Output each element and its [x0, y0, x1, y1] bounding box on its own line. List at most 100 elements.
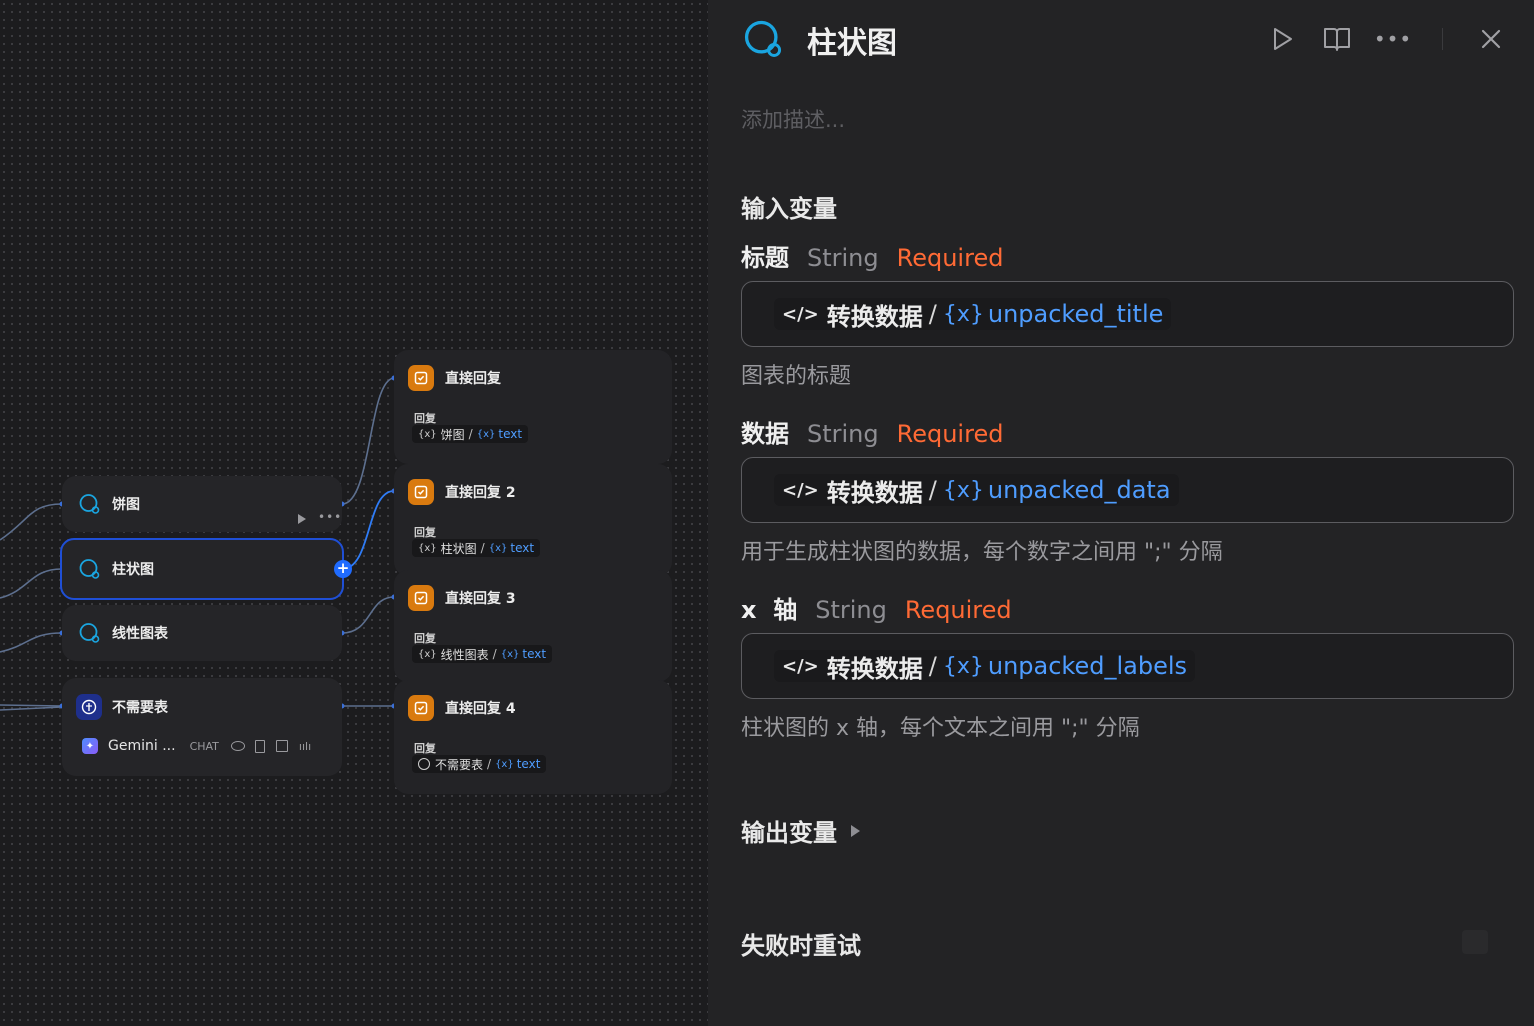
chip-separator: / — [487, 757, 492, 771]
reference-node: 转换数据 — [826, 478, 923, 507]
reply-field-label: 回复 — [414, 412, 436, 425]
retry-on-failure-heading: 失败时重试 — [741, 932, 861, 960]
run-icon[interactable] — [1267, 24, 1297, 54]
variable-description: 图表的标题 — [741, 364, 852, 389]
reply-node-title: 直接回复 3 — [445, 591, 516, 607]
run-icon[interactable] — [298, 514, 306, 524]
workflow-canvas[interactable]: 饼图 ••• 柱状图 + 线性图表 不需要表 ✦ Gemini ... CHAT… — [0, 0, 708, 1026]
reference-node: 转换数据 — [826, 654, 923, 683]
tool-search-icon — [79, 559, 100, 579]
variable-row: 数据 String Required — [741, 414, 1003, 449]
tool-node-line[interactable]: 线性图表 — [62, 605, 342, 661]
required-badge: Required — [896, 420, 1004, 448]
llm-node-title: 不需要表 — [112, 700, 168, 716]
close-icon[interactable] — [1476, 24, 1506, 54]
reply-variable-chip[interactable]: {x} 柱状图 / {x} text — [412, 539, 541, 557]
variable-reference-chip[interactable]: </> 转换数据 / {x} unpacked_title — [774, 298, 1172, 331]
chip-separator: / — [480, 541, 485, 555]
tool-node-label: 柱状图 — [112, 562, 154, 578]
reference-node: 转换数据 — [826, 302, 923, 331]
chip-source: 饼图 — [440, 427, 465, 442]
variable-value-input[interactable]: </> 转换数据 / {x} unpacked_title — [741, 281, 1514, 347]
node-settings-panel: 柱状图 ••• 添加描述... 输入变量 标题 String Required … — [708, 0, 1534, 1026]
variable-value-input[interactable]: </> 转换数据 / {x} unpacked_labels — [741, 633, 1514, 699]
llm-node[interactable]: 不需要表 ✦ Gemini ... CHAT ıılı — [62, 678, 342, 776]
reference-separator: / — [928, 652, 937, 680]
chip-source: 不需要表 — [435, 757, 484, 772]
chip-variable: text — [498, 427, 523, 441]
reply-icon — [408, 695, 434, 721]
chip-source: 柱状图 — [440, 541, 477, 556]
chip-source: 线性图表 — [440, 647, 489, 662]
reference-variable: unpacked_labels — [987, 652, 1188, 680]
tool-node-bar-selected[interactable]: 柱状图 + — [60, 538, 352, 600]
reference-variable: unpacked_data — [987, 476, 1171, 504]
chip-variable: text — [510, 541, 535, 555]
edge-in-llm-a — [0, 704, 63, 707]
eye-icon — [230, 741, 245, 751]
chip-variable: text — [522, 647, 547, 661]
panel-title[interactable]: 柱状图 — [807, 18, 897, 62]
variable-reference-chip[interactable]: </> 转换数据 / {x} unpacked_data — [774, 474, 1179, 507]
variable-type: String — [807, 420, 879, 448]
caret-right-icon — [851, 824, 860, 837]
more-icon[interactable]: ••• — [318, 510, 342, 524]
required-badge: Required — [896, 244, 1004, 272]
tool-node-pie[interactable]: 饼图 ••• — [62, 476, 342, 532]
reply-variable-chip[interactable]: {x} 饼图 / {x} text — [412, 425, 529, 443]
output-variables-heading: 输出变量 — [741, 819, 837, 847]
gemini-logo-icon: ✦ — [82, 738, 98, 754]
variable-name: 标题 — [741, 244, 789, 272]
reply-node-1[interactable]: 直接回复 回复 {x} 饼图 / {x} text — [394, 350, 672, 464]
variable-description: 柱状图的 x 轴，每个文本之间用 ";" 分隔 — [741, 716, 1140, 741]
edge-line-reply3 — [341, 596, 395, 634]
add-node-plus-icon[interactable]: + — [334, 560, 352, 578]
variable-row: x 轴 String Required — [741, 590, 1012, 625]
variable-description: 用于生成柱状图的数据，每个数字之间用 ";" 分隔 — [741, 540, 1223, 565]
question-classifier-icon — [418, 758, 430, 770]
docs-book-icon[interactable] — [1322, 24, 1352, 54]
reply-node-3[interactable]: 直接回复 3 回复 {x} 线性图表 / {x} text — [394, 570, 672, 682]
reply-node-2[interactable]: 直接回复 2 回复 {x} 柱状图 / {x} text — [394, 464, 672, 576]
reference-separator: / — [928, 476, 937, 504]
tool-search-icon — [79, 494, 100, 514]
more-icon[interactable]: ••• — [1374, 24, 1411, 54]
reply-field-label: 回复 — [414, 632, 436, 645]
edge-bar-reply2 — [341, 490, 395, 570]
edge-in-bar — [0, 568, 63, 599]
reply-node-4[interactable]: 直接回复 4 回复 不需要表 / {x} text — [394, 680, 672, 794]
description-input[interactable]: 添加描述... — [741, 104, 845, 134]
reply-icon — [408, 585, 434, 611]
tool-search-icon — [744, 20, 782, 57]
question-classifier-icon — [76, 694, 102, 720]
retry-toggle[interactable] — [1462, 930, 1488, 954]
reference-variable: unpacked_title — [987, 300, 1164, 328]
reference-separator: / — [928, 300, 937, 328]
model-name: Gemini ... — [108, 738, 176, 754]
reply-field-label: 回复 — [414, 742, 436, 755]
edge-in-pie — [0, 503, 63, 541]
variable-icon: {x} — [942, 477, 984, 503]
chip-separator: / — [492, 647, 497, 661]
reply-field-label: 回复 — [414, 526, 436, 539]
reply-icon — [408, 365, 434, 391]
audio-icon: ıılı — [298, 739, 312, 753]
document-icon — [254, 739, 265, 753]
tool-node-label: 饼图 — [112, 497, 140, 513]
output-variables-toggle[interactable]: 输出变量 — [741, 813, 860, 848]
code-icon: </> — [782, 303, 819, 325]
input-variables-heading: 输入变量 — [741, 195, 837, 223]
variable-value-input[interactable]: </> 转换数据 / {x} unpacked_data — [741, 457, 1514, 523]
chip-variable: text — [516, 757, 541, 771]
edge-in-llm-b — [0, 706, 63, 711]
image-icon — [275, 740, 288, 752]
variable-reference-chip[interactable]: </> 转换数据 / {x} unpacked_labels — [774, 650, 1196, 683]
variable-icon: {x} — [942, 301, 984, 327]
reply-variable-chip[interactable]: 不需要表 / {x} text — [412, 755, 547, 773]
reply-node-title: 直接回复 2 — [445, 485, 516, 501]
variable-icon: {x} — [500, 648, 520, 660]
reply-variable-chip[interactable]: {x} 线性图表 / {x} text — [412, 645, 553, 663]
model-mode-badge: CHAT — [189, 739, 219, 753]
variable-icon: {x} — [942, 653, 984, 679]
variable-icon: {x} — [488, 542, 508, 554]
